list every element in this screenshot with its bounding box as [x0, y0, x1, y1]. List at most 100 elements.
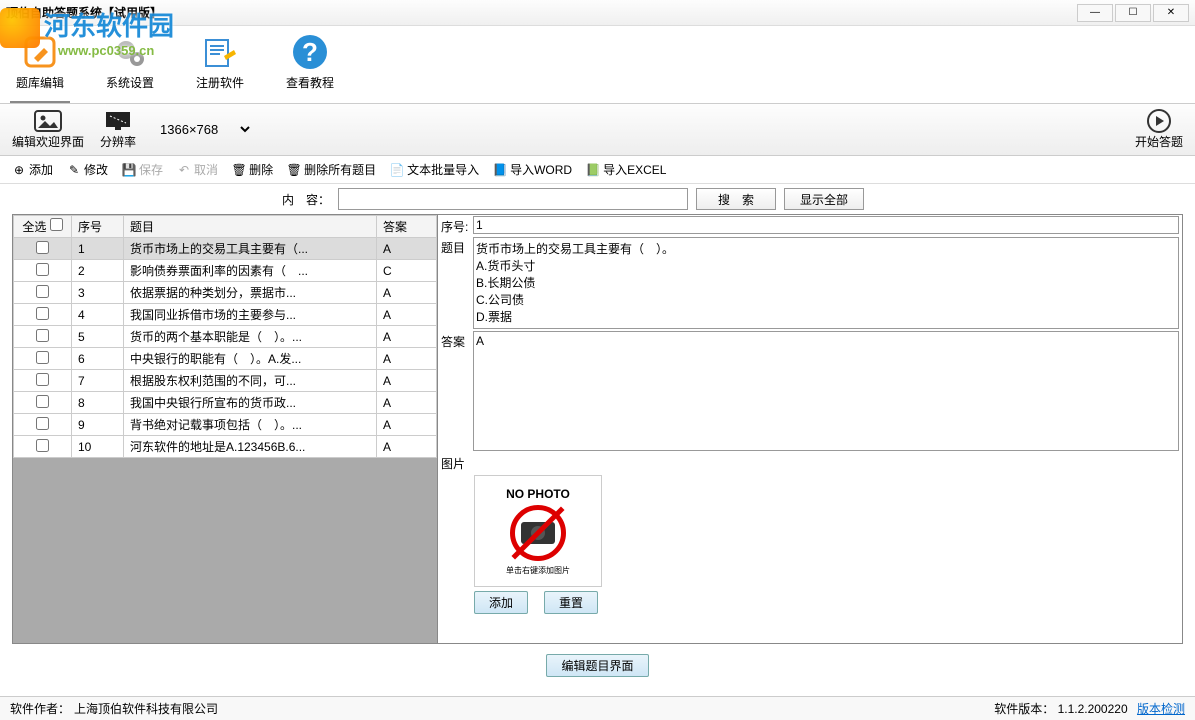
import-word-button[interactable]: 📘导入WORD [493, 161, 572, 178]
row-no: 10 [72, 436, 124, 458]
delete-all-button[interactable]: 🗑删除所有题目 [287, 161, 376, 178]
row-no: 7 [72, 370, 124, 392]
tab-label: 题库编辑 [16, 74, 64, 91]
play-icon [1144, 109, 1174, 133]
resolution-select[interactable]: 1366×768 [152, 119, 253, 140]
row-no: 6 [72, 348, 124, 370]
save-button[interactable]: 💾保存 [122, 161, 163, 178]
cancel-button[interactable]: ↶取消 [177, 161, 218, 178]
row-checkbox[interactable] [36, 417, 49, 430]
minimize-button[interactable]: — [1077, 4, 1113, 22]
workspace: 全选 序号 题目 答案 1货币市场上的交易工具主要有（...A2影响债券票面利率… [12, 214, 1183, 644]
row-checkbox[interactable] [36, 439, 49, 452]
col-no[interactable]: 序号 [72, 216, 124, 238]
start-quiz-button[interactable]: 开始答题 [1135, 109, 1183, 150]
row-checkbox[interactable] [36, 307, 49, 320]
show-all-button[interactable]: 显示全部 [784, 188, 864, 210]
edit-welcome-button[interactable]: 编辑欢迎界面 [12, 109, 84, 150]
table-row[interactable]: 8我国中央银行所宣布的货币政...A [14, 392, 437, 414]
row-answer: A [377, 348, 437, 370]
row-topic: 影响债券票面利率的因素有（ ... [124, 260, 377, 282]
row-answer: A [377, 436, 437, 458]
no-photo-icon [510, 505, 566, 561]
version-label: 软件版本： [994, 702, 1054, 716]
photo-label: 图片 [441, 453, 473, 472]
sub-toolbar: 编辑欢迎界面 分辨率 1366×768 开始答题 [0, 104, 1195, 156]
topic-textarea[interactable] [473, 237, 1179, 329]
search-bar: 内 容： 搜 索 显示全部 [0, 184, 1195, 214]
word-icon: 📘 [493, 163, 507, 177]
row-checkbox[interactable] [36, 373, 49, 386]
table-row[interactable]: 4我国同业拆借市场的主要参与...A [14, 304, 437, 326]
col-answer[interactable]: 答案 [377, 216, 437, 238]
maximize-button[interactable]: ☐ [1115, 4, 1151, 22]
tab-system-settings[interactable]: 系统设置 [100, 30, 160, 103]
table-row[interactable]: 3依据票据的种类划分，票据市...A [14, 282, 437, 304]
edit-question-ui-button[interactable]: 编辑题目界面 [546, 654, 648, 677]
photo-placeholder[interactable]: NO PHOTO 单击右键添加图片 [474, 475, 602, 587]
version-check-link[interactable]: 版本检测 [1137, 702, 1185, 716]
row-topic: 依据票据的种类划分，票据市... [124, 282, 377, 304]
row-checkbox[interactable] [36, 285, 49, 298]
tab-tutorial[interactable]: ? 查看教程 [280, 30, 340, 103]
excel-icon: 📗 [586, 163, 600, 177]
table-row[interactable]: 5货币的两个基本职能是（ ）。...A [14, 326, 437, 348]
file-icon: 📄 [390, 163, 404, 177]
row-answer: A [377, 238, 437, 260]
photo-add-button[interactable]: 添加 [474, 591, 528, 614]
import-text-button[interactable]: 📄文本批量导入 [390, 161, 479, 178]
col-topic[interactable]: 题目 [124, 216, 377, 238]
add-button[interactable]: ⊕添加 [12, 161, 53, 178]
row-checkbox[interactable] [36, 241, 49, 254]
delete-button[interactable]: 🗑删除 [232, 161, 273, 178]
row-no: 9 [72, 414, 124, 436]
tab-label: 系统设置 [106, 74, 154, 91]
statusbar: 软件作者： 上海顶伯软件科技有限公司 软件版本： 1.1.2.200220 版本… [0, 696, 1195, 720]
resolution-button[interactable]: 分辨率 [100, 109, 136, 150]
row-answer: A [377, 326, 437, 348]
select-all-checkbox[interactable] [50, 218, 63, 231]
row-topic: 我国中央银行所宣布的货币政... [124, 392, 377, 414]
tab-register[interactable]: 注册软件 [190, 30, 250, 103]
row-no: 2 [72, 260, 124, 282]
table-row[interactable]: 2影响债券票面利率的因素有（ ...C [14, 260, 437, 282]
table-row[interactable]: 1货币市场上的交易工具主要有（...A [14, 238, 437, 260]
row-checkbox[interactable] [36, 263, 49, 276]
row-checkbox[interactable] [36, 395, 49, 408]
table-row[interactable]: 9背书绝对记载事项包括（ ）。...A [14, 414, 437, 436]
edit-icon [18, 30, 62, 74]
tab-question-bank[interactable]: 题库编辑 [10, 30, 70, 103]
save-icon: 💾 [122, 163, 136, 177]
detail-panel: 序号: 题目 答案 A 图片 NO PHOTO 单击右键添加图片 添加 重置 [438, 215, 1182, 643]
window-controls: — ☐ ✕ [1077, 4, 1189, 22]
search-input[interactable] [338, 188, 688, 210]
photo-reset-button[interactable]: 重置 [544, 591, 598, 614]
empty-area [13, 458, 437, 643]
row-topic: 货币的两个基本职能是（ ）。... [124, 326, 377, 348]
close-button[interactable]: ✕ [1153, 4, 1189, 22]
row-no: 5 [72, 326, 124, 348]
topic-label: 题目 [441, 237, 473, 256]
table-row[interactable]: 7根据股东权利范围的不同，可...A [14, 370, 437, 392]
answer-textarea[interactable]: A [473, 331, 1179, 451]
row-answer: C [377, 260, 437, 282]
image-icon [33, 109, 63, 133]
trash-icon: 🗑 [232, 163, 246, 177]
row-checkbox[interactable] [36, 329, 49, 342]
edit-button[interactable]: ✎修改 [67, 161, 108, 178]
row-no: 1 [72, 238, 124, 260]
row-checkbox[interactable] [36, 351, 49, 364]
table-row[interactable]: 10河东软件的地址是A.123456B.6...A [14, 436, 437, 458]
row-answer: A [377, 304, 437, 326]
help-icon: ? [288, 30, 332, 74]
row-no: 4 [72, 304, 124, 326]
table-row[interactable]: 6中央银行的职能有（ ）。A.发...A [14, 348, 437, 370]
tab-label: 查看教程 [286, 74, 334, 91]
search-button[interactable]: 搜 索 [696, 188, 776, 210]
col-select-all[interactable]: 全选 [14, 216, 72, 238]
seq-input[interactable] [473, 216, 1179, 234]
import-excel-button[interactable]: 📗导入EXCEL [586, 161, 666, 178]
row-answer: A [377, 414, 437, 436]
row-answer: A [377, 392, 437, 414]
row-answer: A [377, 282, 437, 304]
